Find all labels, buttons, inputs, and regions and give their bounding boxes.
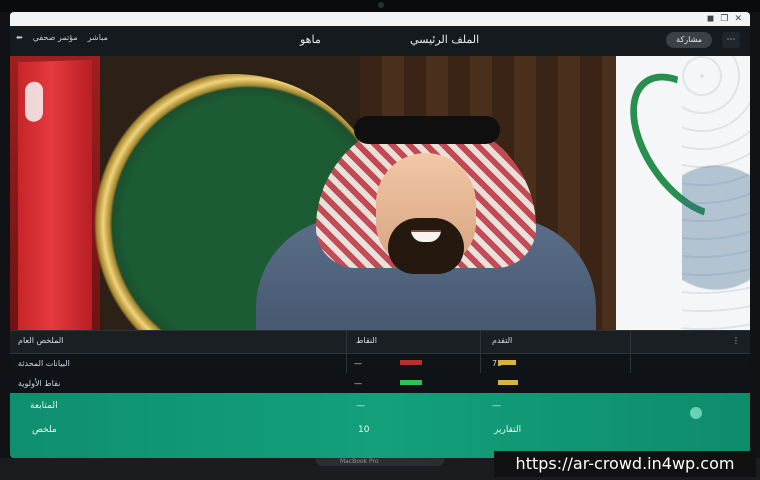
row-bar-gold <box>498 380 518 385</box>
page-subtitle: الملف الرئيسي <box>410 33 480 46</box>
watermark-url: https://ar-crowd.in4wp.com <box>494 451 756 477</box>
band-bottom-left: ملخص <box>32 425 57 435</box>
header-col-points: النقاط <box>356 336 377 345</box>
decorative-pattern <box>682 56 750 342</box>
back-icon[interactable]: ⬅ <box>16 33 23 42</box>
device-hinge <box>316 458 444 466</box>
green-summary-band: المتابعة — — ملخص 10 التقارير <box>10 393 750 458</box>
status-indicator-icon <box>690 407 702 419</box>
header-options-icon[interactable]: ⋮ <box>732 336 740 345</box>
row-label: البيانات المحدثة <box>18 359 70 368</box>
dashboard-header: الملخص العام النقاط التقدم ⋮ <box>10 331 750 354</box>
band-bottom-right: التقارير <box>494 425 522 435</box>
browser-strip: ◼ ❐ ✕ <box>10 12 750 26</box>
device-frame: ◼ ❐ ✕ ⬅ مؤتمر صحفي مباشر ماهو الملف الرئ… <box>0 0 760 480</box>
minimize-icon[interactable]: ◼ <box>707 14 714 24</box>
table-row[interactable]: نقاط الأولوية — <box>10 373 750 394</box>
row-bar-red <box>400 360 422 365</box>
window-controls: ◼ ❐ ✕ <box>707 14 742 24</box>
row-bar-green <box>400 380 422 385</box>
top-navbar: ⬅ مؤتمر صحفي مباشر ماهو الملف الرئيسي مش… <box>10 26 750 57</box>
row-mid-value: — <box>354 379 362 388</box>
band-label: المتابعة <box>30 401 58 411</box>
presenter-beard <box>388 218 464 274</box>
header-col-progress: التقدم <box>492 336 513 345</box>
row-label: نقاط الأولوية <box>18 379 61 388</box>
band-bottom-mid: 10 <box>358 425 370 435</box>
page-title: ماهو <box>300 33 321 46</box>
video-feed <box>10 51 750 374</box>
band-mid: — <box>356 401 365 411</box>
camera-icon <box>378 2 384 8</box>
close-icon[interactable]: ✕ <box>734 14 742 24</box>
dashboard-panel: الملخص العام النقاط التقدم ⋮ البيانات ال… <box>10 330 750 458</box>
row-bar-gold <box>498 360 516 365</box>
row-mid-value: — <box>354 359 362 368</box>
restore-icon[interactable]: ❐ <box>720 14 728 24</box>
flag-crescent <box>25 81 43 123</box>
nav-item-live[interactable]: مباشر <box>88 33 108 42</box>
navbar-right-group: مشاركة ⋯ <box>666 32 740 48</box>
top-bezel <box>0 0 760 12</box>
screen: ◼ ❐ ✕ ⬅ مؤتمر صحفي مباشر ماهو الملف الرئ… <box>10 12 750 458</box>
nav-item-press[interactable]: مؤتمر صحفي <box>33 33 78 42</box>
navbar-left-group: ⬅ مؤتمر صحفي مباشر <box>16 33 108 42</box>
header-col-summary: الملخص العام <box>18 336 64 345</box>
table-row[interactable]: البيانات المحدثة — 75 <box>10 353 750 374</box>
share-button[interactable]: مشاركة <box>666 32 712 48</box>
more-icon[interactable]: ⋯ <box>722 32 740 48</box>
presenter-agal <box>354 116 500 144</box>
band-right: — <box>492 401 501 411</box>
device-label: MacBook Pro <box>340 458 379 465</box>
presenter <box>256 98 596 374</box>
